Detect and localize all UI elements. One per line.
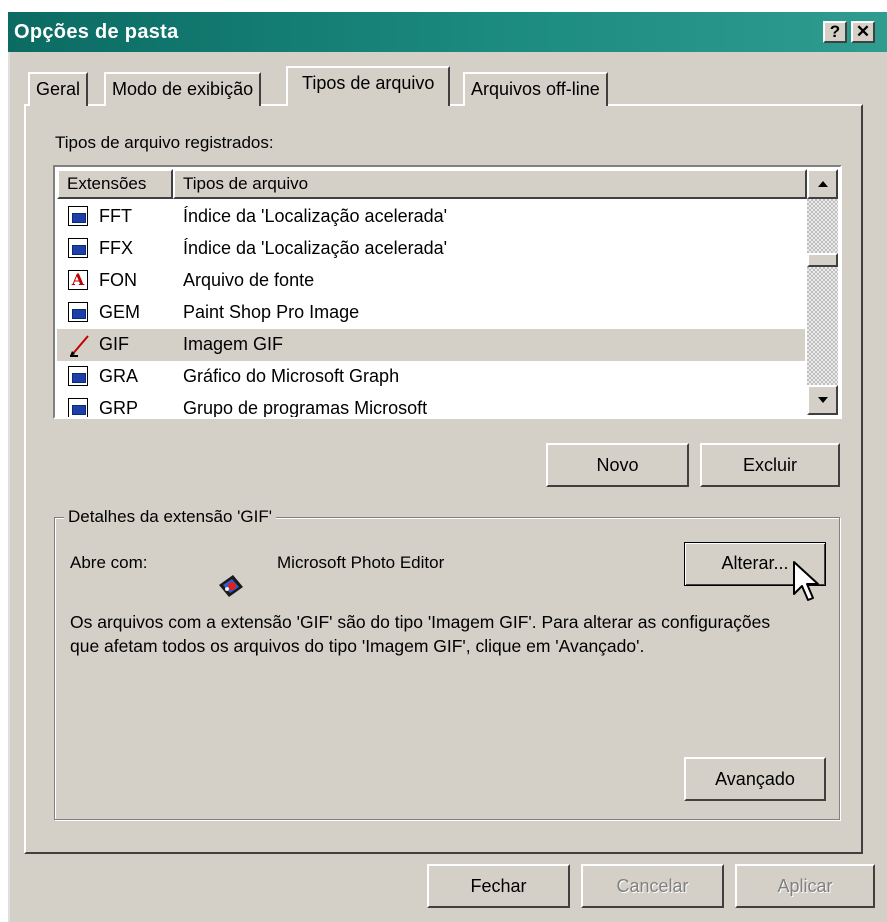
list-item[interactable]: FFX Índice da 'Localização acelerada': [57, 233, 805, 265]
graph-file-icon: [68, 366, 88, 386]
list-item[interactable]: FFT Índice da 'Localização acelerada': [57, 201, 805, 233]
new-button[interactable]: Novo: [546, 443, 689, 487]
row-extension: FFX: [99, 238, 133, 258]
opens-with-app: Microsoft Photo Editor: [277, 553, 445, 572]
scroll-up-button[interactable]: [807, 169, 838, 199]
row-type: Grupo de programas Microsoft: [183, 398, 428, 418]
list-item[interactable]: GEM Paint Shop Pro Image: [57, 297, 805, 329]
image-file-icon: [68, 302, 88, 322]
tab-arquivos-offline[interactable]: Arquivos off-line: [463, 72, 608, 106]
apply-button: Aplicar: [735, 864, 875, 908]
row-extension: FFT: [99, 206, 132, 226]
program-group-icon: [68, 398, 88, 417]
row-type: Índice da 'Localização acelerada': [183, 238, 448, 258]
cancel-button: Cancelar: [581, 864, 724, 908]
arrow-down-icon: [817, 397, 828, 403]
list-item[interactable]: GRA Gráfico do Microsoft Graph: [57, 361, 805, 393]
row-extension: FON: [99, 270, 137, 290]
file-types-list[interactable]: Extensões Tipos de arquivo FFT Índice da…: [53, 165, 842, 419]
row-type: Imagem GIF: [183, 334, 284, 354]
gif-file-icon: [68, 334, 89, 357]
tab-modo-exibicao[interactable]: Modo de exibição: [104, 72, 262, 106]
registered-types-label: Tipos de arquivo registrados:: [55, 133, 274, 152]
row-type: Paint Shop Pro Image: [183, 302, 360, 322]
mouse-pointer-icon: [792, 560, 822, 606]
tab-geral[interactable]: Geral: [28, 72, 89, 106]
details-group-title: Detalhes da extensão 'GIF': [64, 507, 276, 527]
column-header-extensions[interactable]: Extensões: [57, 169, 173, 199]
help-button[interactable]: ?: [823, 21, 847, 43]
list-item[interactable]: GRP Grupo de programas Microsoft: [57, 393, 805, 418]
column-header-file-types[interactable]: Tipos de arquivo: [173, 169, 807, 199]
arrow-up-icon: [817, 181, 828, 187]
opens-with-label: Abre com:: [70, 553, 148, 572]
list-item-selected[interactable]: GIF Imagem GIF: [57, 329, 805, 361]
advanced-button[interactable]: Avançado: [684, 757, 826, 801]
scroll-thumb[interactable]: [807, 253, 838, 267]
row-extension: GRA: [99, 366, 139, 386]
details-description: Os arquivos com a extensão 'GIF' são do …: [70, 612, 771, 656]
row-type: Índice da 'Localização acelerada': [183, 206, 448, 226]
delete-button[interactable]: Excluir: [700, 443, 840, 487]
row-extension: GRP: [99, 398, 139, 418]
list-item[interactable]: A FON Arquivo de fonte: [57, 265, 805, 297]
row-extension: GEM: [99, 302, 141, 322]
row-extension: GIF: [99, 334, 129, 354]
scroll-down-button[interactable]: [807, 385, 838, 415]
font-file-icon: A: [68, 270, 88, 290]
tab-tipos-arquivo[interactable]: Tipos de arquivo: [286, 66, 451, 106]
window-title: Opções de pasta: [14, 21, 179, 43]
index-file-icon: [68, 238, 88, 258]
close-button[interactable]: ✕: [851, 21, 875, 43]
row-type: Arquivo de fonte: [183, 270, 315, 290]
row-type: Gráfico do Microsoft Graph: [183, 366, 400, 386]
index-file-icon: [68, 206, 88, 226]
vertical-scrollbar[interactable]: [807, 169, 838, 415]
close-dialog-button[interactable]: Fechar: [427, 864, 570, 908]
photo-editor-icon: [215, 571, 247, 601]
